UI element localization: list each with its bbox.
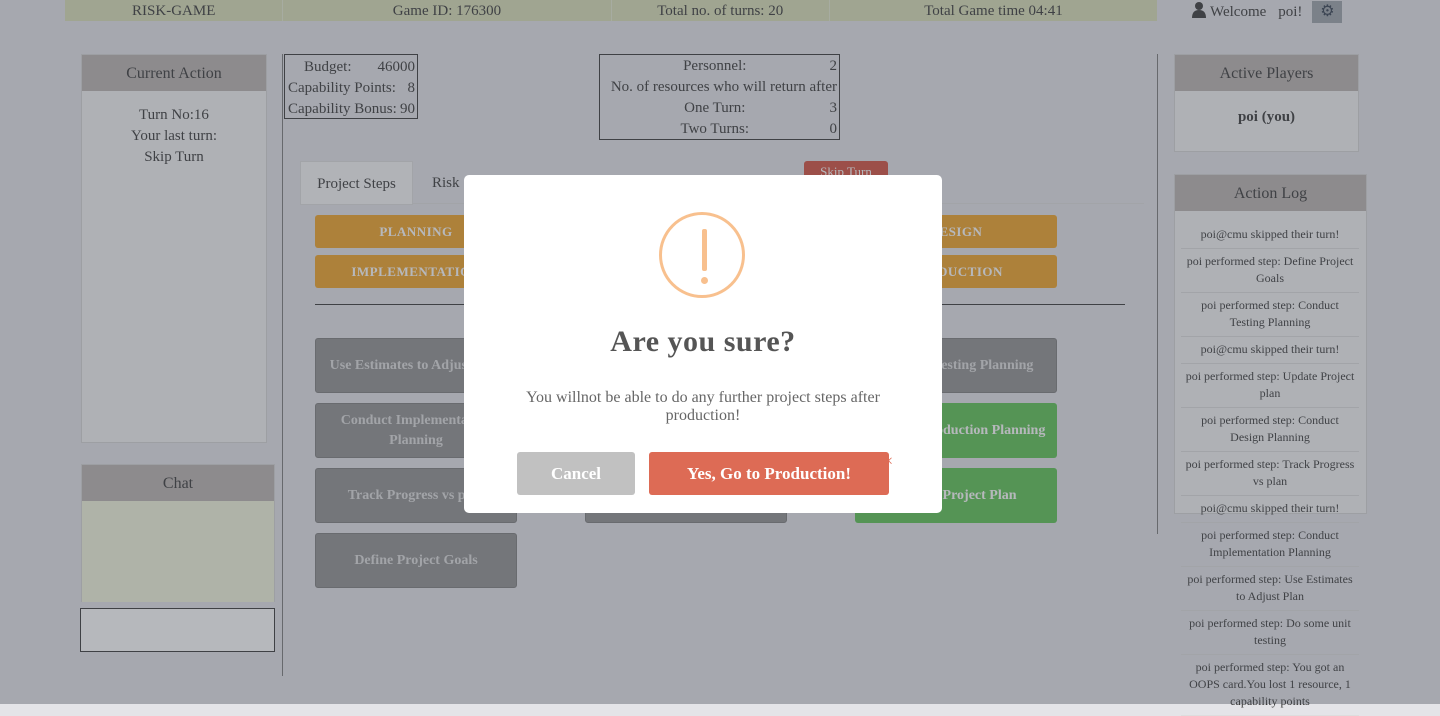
dialog-message: You willnot be able to do any further pr… <box>526 389 880 424</box>
warning-icon <box>659 212 745 298</box>
confirm-dialog: Are you sure? You willnot be able to do … <box>464 175 942 513</box>
go-to-production-button[interactable]: Yes, Go to Production! <box>649 452 889 495</box>
dialog-title: Are you sure? <box>610 325 796 358</box>
cancel-button[interactable]: Cancel <box>517 452 635 495</box>
close-icon[interactable]: × <box>884 454 893 470</box>
